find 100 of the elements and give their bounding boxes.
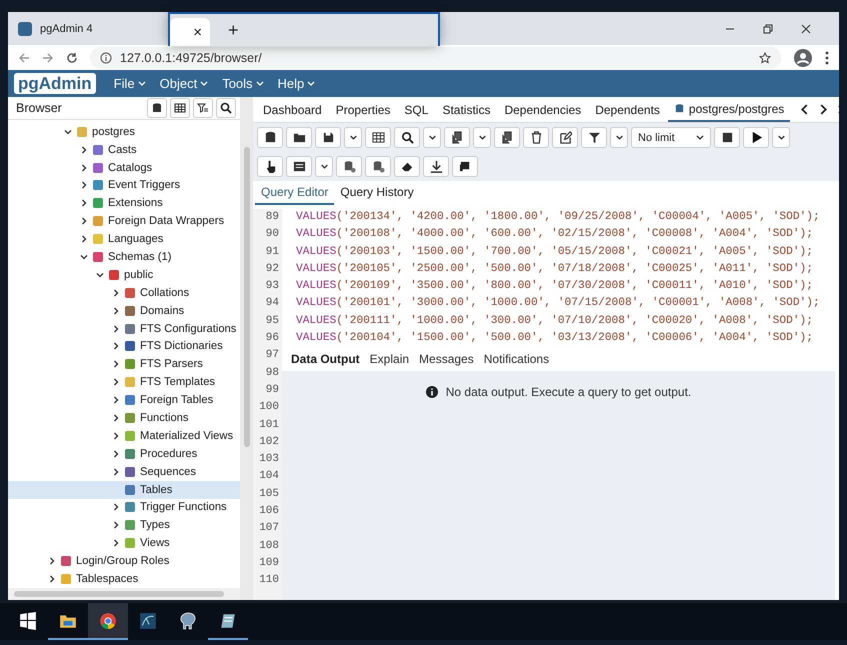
taskbar-button[interactable] <box>88 603 128 640</box>
tab[interactable]: Messages <box>414 349 479 370</box>
limit-dropdown[interactable]: No limit <box>631 127 711 148</box>
menu-item[interactable]: Tools <box>216 76 270 91</box>
tab[interactable]: Dependencies <box>498 98 588 120</box>
tab[interactable]: SQL <box>398 98 434 120</box>
stop-button[interactable] <box>714 127 740 148</box>
open-file-button[interactable] <box>286 127 312 148</box>
tab[interactable]: Data Output <box>286 349 365 370</box>
clear-button[interactable] <box>394 156 420 177</box>
tree-item[interactable]: FTS Parsers <box>8 355 240 374</box>
trash-icon <box>530 131 542 144</box>
chevron-left-icon[interactable] <box>800 104 810 115</box>
table-options-button[interactable] <box>315 156 333 177</box>
tree-item[interactable]: Views <box>8 534 240 552</box>
back-icon[interactable] <box>18 52 30 64</box>
save-button[interactable] <box>315 127 341 148</box>
scrollbar-thumb[interactable] <box>244 147 250 447</box>
copy-options-button[interactable] <box>473 127 491 148</box>
paste-button[interactable] <box>494 127 520 148</box>
menu-item[interactable]: Object <box>154 76 214 91</box>
tree-item[interactable]: Foreign Data Wrappers <box>8 212 240 230</box>
tab[interactable]: Properties <box>330 98 396 120</box>
line-number: 94 <box>266 296 279 312</box>
browser-tab[interactable]: × <box>170 18 210 46</box>
macros-button[interactable] <box>452 156 478 177</box>
info-icon <box>100 52 112 64</box>
filter-options-button[interactable] <box>610 127 628 148</box>
delete-button[interactable] <box>523 127 549 148</box>
tab[interactable]: Dependents <box>589 98 666 120</box>
query-tool-button[interactable] <box>147 98 167 118</box>
tree-item[interactable]: Login/Group Roles <box>8 552 240 570</box>
table-button[interactable] <box>286 156 312 177</box>
star-icon[interactable] <box>759 52 771 64</box>
find-button[interactable] <box>394 127 420 148</box>
tree-item[interactable]: Materialized Views <box>8 426 240 445</box>
database-icon <box>151 102 163 114</box>
tree-item[interactable]: Domains <box>8 302 240 320</box>
filter-icon <box>588 131 600 144</box>
tree-item[interactable]: Foreign Tables <box>8 391 240 410</box>
address-field[interactable]: 127.0.0.1:49725/browser/ <box>90 46 781 68</box>
rollback-button[interactable] <box>365 156 391 177</box>
account-icon[interactable] <box>793 48 813 68</box>
execute-options-button[interactable] <box>772 127 790 148</box>
reload-icon[interactable] <box>66 52 78 64</box>
tab[interactable]: Notifications <box>478 349 554 370</box>
download-button[interactable] <box>423 156 449 177</box>
tree-item[interactable]: postgres <box>8 122 240 141</box>
tree-item[interactable]: Casts <box>8 140 240 159</box>
tree-item[interactable]: Types <box>8 516 240 534</box>
browser-tab[interactable]: pgAdmin 4 <box>18 22 158 36</box>
commit-button[interactable] <box>336 156 362 177</box>
tree-item[interactable]: Event Triggers <box>8 176 240 194</box>
eraser-icon <box>400 160 414 173</box>
tree-item[interactable]: FTS Configurations <box>8 320 240 338</box>
scrollbar-thumb[interactable] <box>14 591 224 597</box>
database-icon <box>674 103 685 114</box>
edit-button[interactable] <box>552 127 578 148</box>
menu-item[interactable]: Help <box>272 76 322 91</box>
tab[interactable]: Dashboard <box>257 98 328 120</box>
forward-icon[interactable] <box>42 52 54 64</box>
tree-item[interactable]: FTS Templates <box>8 373 240 392</box>
tab[interactable]: Statistics <box>436 98 496 120</box>
chevron-right-icon[interactable] <box>819 104 828 115</box>
tree-item[interactable]: Catalogs <box>8 158 240 177</box>
find-options-button[interactable] <box>423 127 441 148</box>
edit-grid-button[interactable] <box>365 127 391 148</box>
connection-button[interactable] <box>257 127 283 148</box>
tab[interactable]: Explain <box>364 349 414 370</box>
copy-button[interactable] <box>444 127 470 148</box>
tree-item[interactable]: Schemas (1) <box>8 248 240 266</box>
line-number: 98 <box>266 366 279 381</box>
execute-button[interactable] <box>743 127 769 148</box>
tree-item[interactable]: FTS Dictionaries <box>8 338 240 356</box>
tree-item[interactable]: Extensions <box>8 194 240 212</box>
database-icon <box>372 160 384 173</box>
tab-close[interactable]: × <box>193 24 202 40</box>
save-options-button[interactable] <box>344 127 362 148</box>
search-button[interactable] <box>216 98 236 118</box>
tree-item[interactable]: Languages <box>8 230 240 248</box>
tree-item[interactable]: Tablespaces <box>8 570 240 588</box>
filter-button[interactable] <box>581 127 607 148</box>
line-number: 100 <box>259 400 279 416</box>
select-button[interactable] <box>257 156 283 177</box>
tab[interactable]: Query History <box>334 181 420 205</box>
tree-item[interactable]: Sequences <box>8 462 240 481</box>
menu-item[interactable]: File <box>108 76 152 91</box>
tree-item[interactable]: public <box>8 266 240 284</box>
filter-rows-button[interactable] <box>193 98 213 118</box>
close-icon[interactable] <box>801 24 811 34</box>
restore-icon[interactable] <box>763 24 773 34</box>
tree-item[interactable]: Procedures <box>8 444 240 463</box>
tree-item[interactable]: Trigger Functions <box>8 498 240 516</box>
tree-item[interactable]: Collations <box>8 284 240 302</box>
tree-item[interactable]: Functions <box>8 409 240 427</box>
code-line: VALUES('200105', '2500.00', '500.00', '07/18/2008', 'C00025', 'A011', 'SOD'); <box>296 262 814 277</box>
tree-item[interactable]: Tables <box>8 480 240 499</box>
new-tab-button[interactable]: + <box>228 20 239 41</box>
menu-icon[interactable] <box>825 50 829 64</box>
view-data-button[interactable] <box>170 98 190 118</box>
